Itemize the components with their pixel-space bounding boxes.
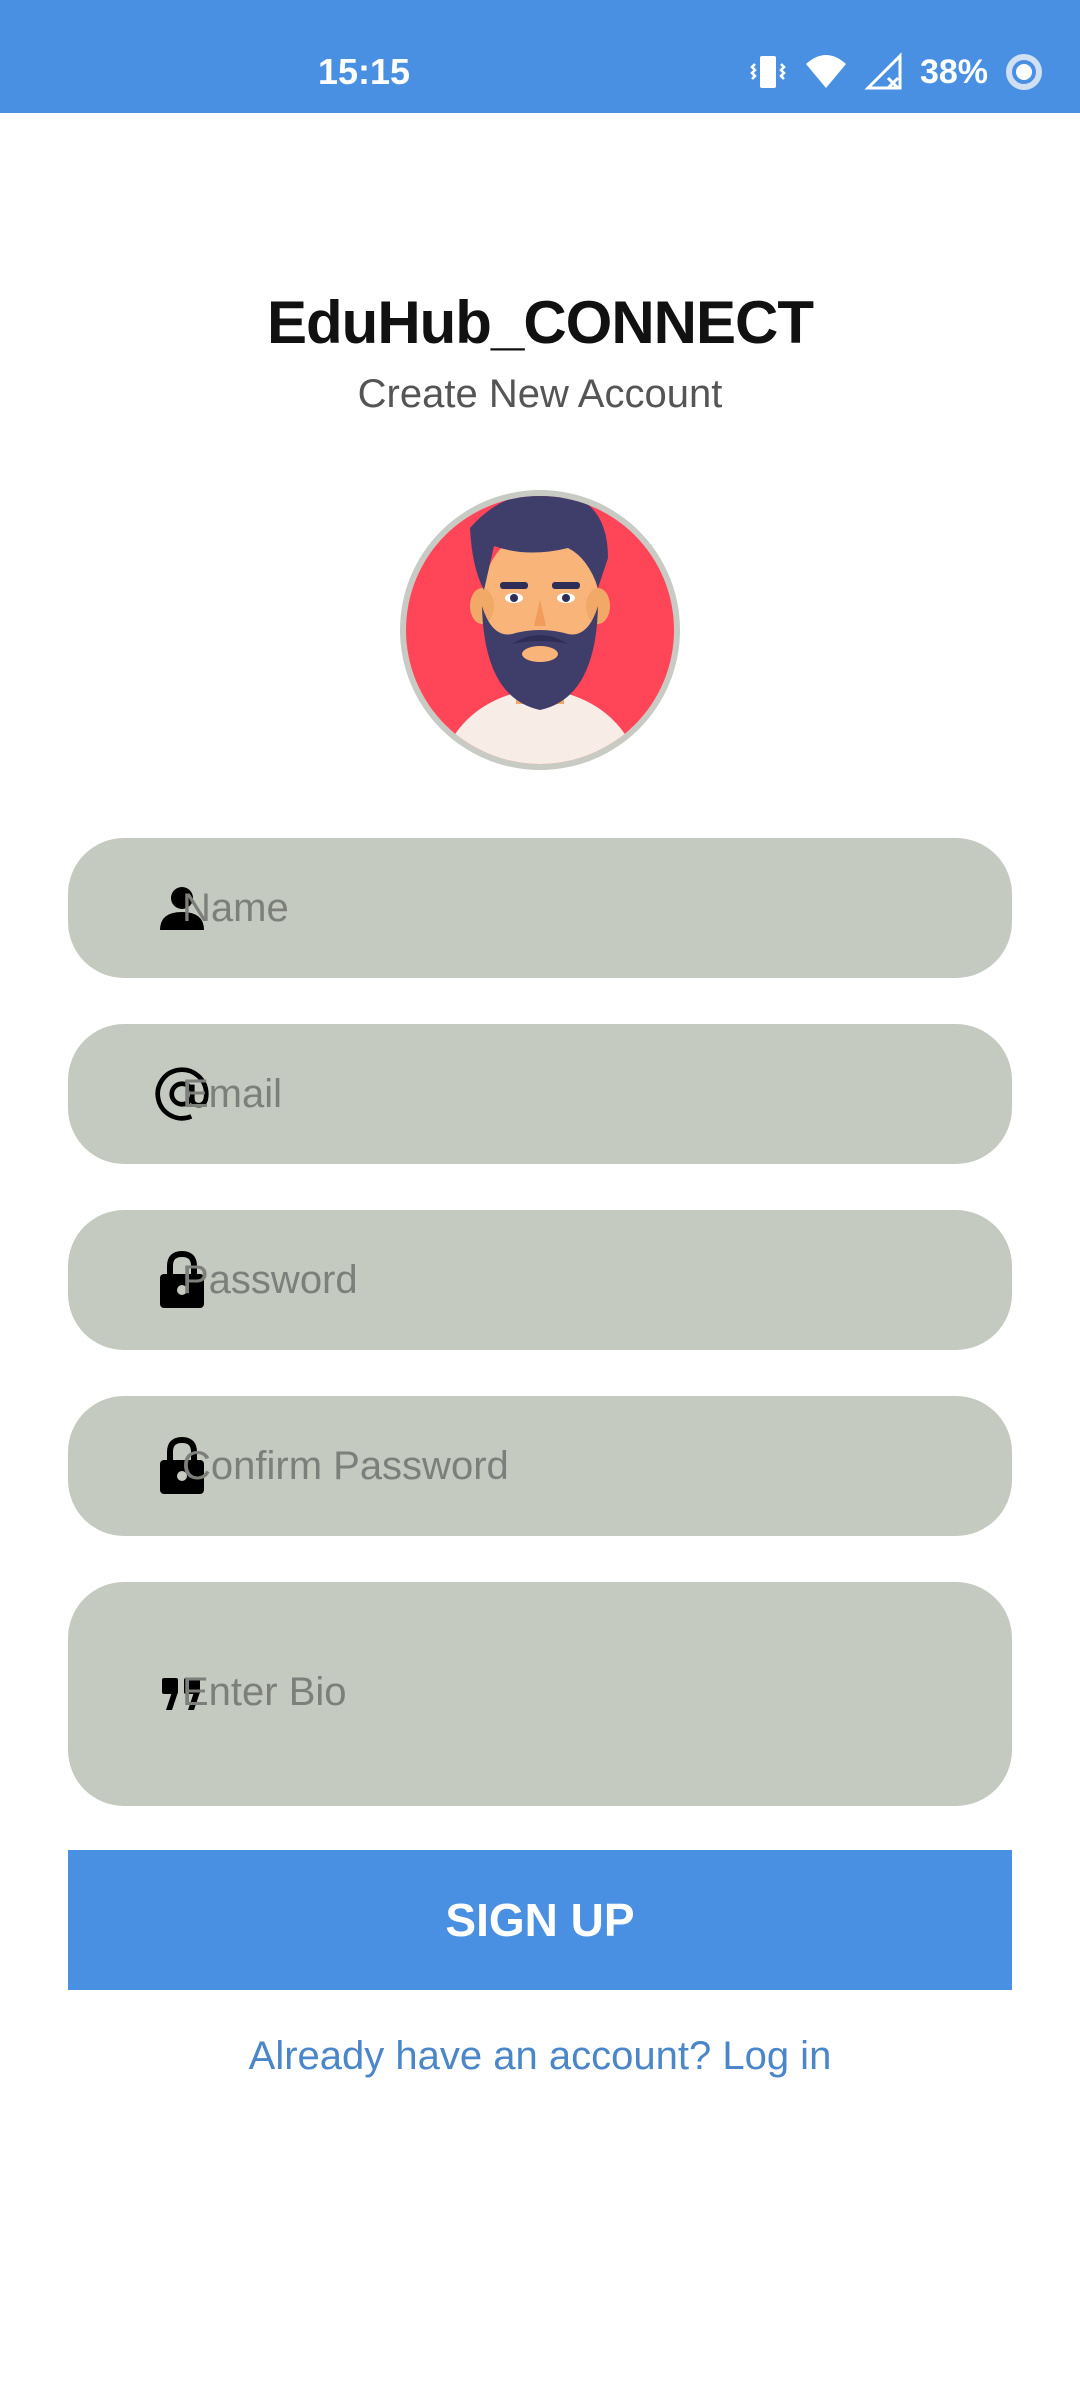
- bearded-man-avatar-icon: [400, 490, 680, 770]
- battery-ring-icon: [1004, 52, 1044, 92]
- login-link[interactable]: Already have an account? Log in: [0, 2034, 1080, 2079]
- password-field[interactable]: [68, 1210, 1012, 1350]
- email-field[interactable]: [68, 1024, 1012, 1164]
- status-time: 15:15: [318, 51, 411, 92]
- signup-button[interactable]: SIGN UP: [68, 1850, 1012, 1990]
- cell-signal-off-icon: [864, 52, 904, 92]
- avatar[interactable]: [398, 488, 682, 772]
- vibrate-icon: [748, 52, 788, 92]
- page-subtitle: Create New Account: [357, 372, 723, 416]
- bio-field[interactable]: [68, 1582, 1012, 1806]
- password-input[interactable]: [180, 1210, 972, 1350]
- name-field[interactable]: [68, 838, 1012, 978]
- confirm-password-input[interactable]: [180, 1396, 972, 1536]
- email-input[interactable]: [180, 1024, 972, 1164]
- name-input[interactable]: [180, 838, 972, 978]
- confirm-password-field[interactable]: [68, 1396, 1012, 1536]
- app-title: EduHub_CONNECT: [267, 289, 814, 356]
- battery-percent: 38%: [919, 52, 988, 91]
- status-bar: 15:15 38%: [0, 0, 1080, 113]
- status-icons: 38%: [748, 44, 1044, 100]
- wifi-icon: [804, 52, 848, 92]
- bio-input[interactable]: [180, 1582, 972, 1806]
